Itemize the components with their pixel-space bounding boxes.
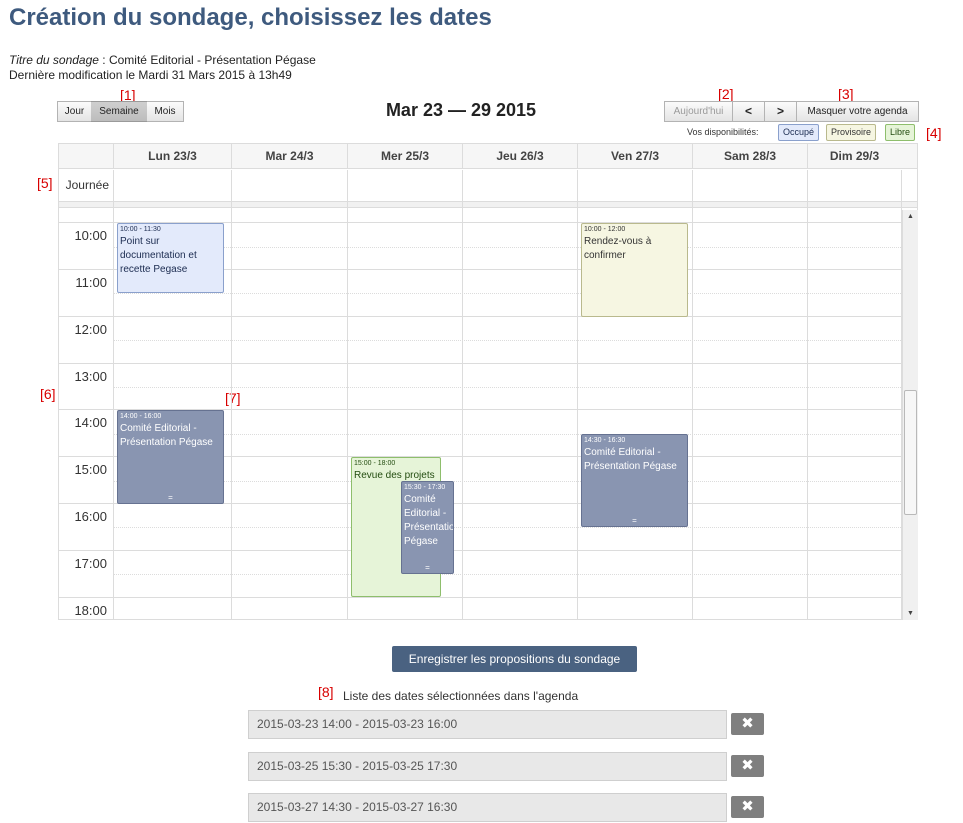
event-title: Comité Editorial - Présentation Pégase <box>404 493 453 547</box>
poll-title-sep: : <box>98 53 109 67</box>
event-resize-handle[interactable]: = <box>118 493 223 502</box>
hour-line <box>59 315 901 317</box>
event-time: 15:30 - 17:30 <box>404 483 446 491</box>
today-button[interactable]: Aujourd'hui <box>664 101 733 122</box>
marker-4: [4] <box>926 125 942 141</box>
calendar-event[interactable]: 14:30 - 16:30 Comité Editorial - Présenta… <box>581 433 688 528</box>
selected-dates-title: Liste des dates sélectionnées dans l'age… <box>343 689 579 703</box>
event-title: Comité Editorial - Présentation Pégase <box>120 423 213 449</box>
day-header-4[interactable]: Ven 27/3 <box>577 144 692 169</box>
legend-libre[interactable]: Libre <box>885 124 916 141</box>
poll-title-label: Titre du sondage <box>9 53 99 67</box>
selected-date-field[interactable]: 2015-03-23 14:00 - 2015-03-23 16:00 <box>248 710 727 739</box>
column-divider <box>113 170 114 620</box>
poll-title-line: Titre du sondage : Comité Editorial - Pr… <box>9 53 316 67</box>
close-icon: ✖ <box>741 757 754 774</box>
hour-line <box>59 362 901 364</box>
event-time: 15:00 - 18:00 <box>354 460 396 468</box>
marker-3: [3] <box>838 86 854 102</box>
remove-date-button[interactable]: ✖ <box>731 713 764 735</box>
marker-8: [8] <box>318 684 334 700</box>
column-divider <box>807 170 808 620</box>
day-header-5[interactable]: Sam 28/3 <box>692 144 807 169</box>
view-day-button[interactable]: Jour <box>57 101 92 122</box>
time-grid[interactable]: 10:00 11:00 12:00 13:00 14:00 15:00 16:00 17:00… <box>59 210 901 620</box>
next-week-button[interactable]: > <box>764 101 797 122</box>
allday-divider <box>59 202 917 208</box>
scroll-up-icon[interactable]: ▲ <box>903 213 918 220</box>
selected-date-field[interactable]: 2015-03-25 15:30 - 2015-03-25 17:30 <box>248 752 727 781</box>
calendar-event[interactable]: 15:30 - 17:30 Comité Editorial - Présenta… <box>401 480 454 575</box>
date-range-title: Mar 23 — 29 2015 <box>385 100 537 120</box>
hour-label: 18:00 <box>74 602 107 618</box>
event-title: Comité Editorial - Présentation Pégase <box>584 446 677 472</box>
hour-line <box>59 549 901 551</box>
remove-date-button[interactable]: ✖ <box>731 796 764 818</box>
column-divider <box>462 170 463 620</box>
hour-label: 12:00 <box>74 321 107 337</box>
day-header-2[interactable]: Mer 25/3 <box>347 144 462 169</box>
chevron-right-icon: > <box>776 104 784 118</box>
last-modified: Dernière modification le Mardi 31 Mars 2… <box>9 68 292 82</box>
day-header-0[interactable]: Lun 23/3 <box>113 144 231 169</box>
event-time: 14:00 - 16:00 <box>120 413 162 421</box>
legend-occupe[interactable]: Occupé <box>778 124 820 141</box>
view-week-button[interactable]: Semaine <box>91 101 148 122</box>
close-icon: ✖ <box>741 715 754 732</box>
day-header-6[interactable]: Dim 29/3 <box>807 144 901 169</box>
poll-title-value: Comité Editorial - Présentation Pégase <box>108 53 316 67</box>
day-header-3[interactable]: Jeu 26/3 <box>462 144 577 169</box>
hour-label: 13:00 <box>74 368 107 384</box>
calendar-event[interactable]: 10:00 - 12:00 Rendez-vous à confirmer <box>581 223 688 317</box>
scroll-down-icon[interactable]: ▼ <box>903 610 918 617</box>
allday-label: Journée <box>65 178 109 192</box>
column-divider <box>692 170 693 620</box>
marker-6: [6] <box>40 386 56 402</box>
hour-label: 11:00 <box>75 274 107 290</box>
calendar-event[interactable]: 10:00 - 11:30 Point sur documentation et … <box>117 223 224 294</box>
event-resize-handle[interactable]: = <box>402 564 453 572</box>
chevron-left-icon: < <box>744 104 752 118</box>
column-divider <box>901 170 902 620</box>
hour-label: 15:00 <box>74 462 107 478</box>
selected-date-field[interactable]: 2015-03-27 14:30 - 2015-03-27 16:30 <box>248 793 727 822</box>
event-time: 10:00 - 12:00 <box>584 226 626 234</box>
week-calendar: Lun 23/3 Mar 24/3 Mer 25/3 Jeu 26/3 Ven 27/3… <box>58 143 918 620</box>
hide-agenda-button[interactable]: Masquer votre agenda <box>796 101 919 122</box>
event-resize-handle[interactable]: = <box>582 517 687 525</box>
calendar-header: Lun 23/3 Mar 24/3 Mer 25/3 Jeu 26/3 Ven 27/3… <box>59 144 917 169</box>
event-title: Rendez-vous à confirmer <box>584 236 652 262</box>
hour-label: 14:00 <box>74 415 107 431</box>
column-divider <box>231 170 232 620</box>
close-icon: ✖ <box>741 798 754 815</box>
marker-5: [5] <box>37 175 53 191</box>
hour-label: 17:00 <box>74 555 107 571</box>
view-month-button[interactable]: Mois <box>147 101 184 122</box>
calendar-event[interactable]: 14:00 - 16:00 Comité Editorial - Présenta… <box>117 410 224 504</box>
legend-provisoire[interactable]: Provisoire <box>826 124 877 141</box>
scroll-thumb[interactable] <box>904 390 917 515</box>
calendar-scrollbar[interactable]: ▲ ▼ <box>902 210 918 620</box>
event-time: 14:30 - 16:30 <box>584 436 626 444</box>
remove-date-button[interactable]: ✖ <box>731 755 764 777</box>
day-header-1[interactable]: Mar 24/3 <box>231 144 347 169</box>
allday-row[interactable]: Journée <box>59 170 917 202</box>
event-title: Point sur documentation et recette Pegas… <box>120 236 197 276</box>
prev-week-button[interactable]: < <box>732 101 765 122</box>
page-title: Création du sondage, choisissez les date… <box>9 4 492 31</box>
column-divider <box>347 170 348 620</box>
save-proposals-button[interactable]: Enregistrer les propositions du sondage <box>392 646 637 672</box>
hour-label: 16:00 <box>74 508 107 524</box>
column-divider <box>577 170 578 620</box>
hour-label: 10:00 <box>74 228 107 244</box>
event-time: 10:00 - 11:30 <box>120 226 161 234</box>
marker-2: [2] <box>718 86 734 102</box>
hour-line <box>59 596 901 598</box>
availability-label: Vos disponibilités: <box>687 127 759 137</box>
